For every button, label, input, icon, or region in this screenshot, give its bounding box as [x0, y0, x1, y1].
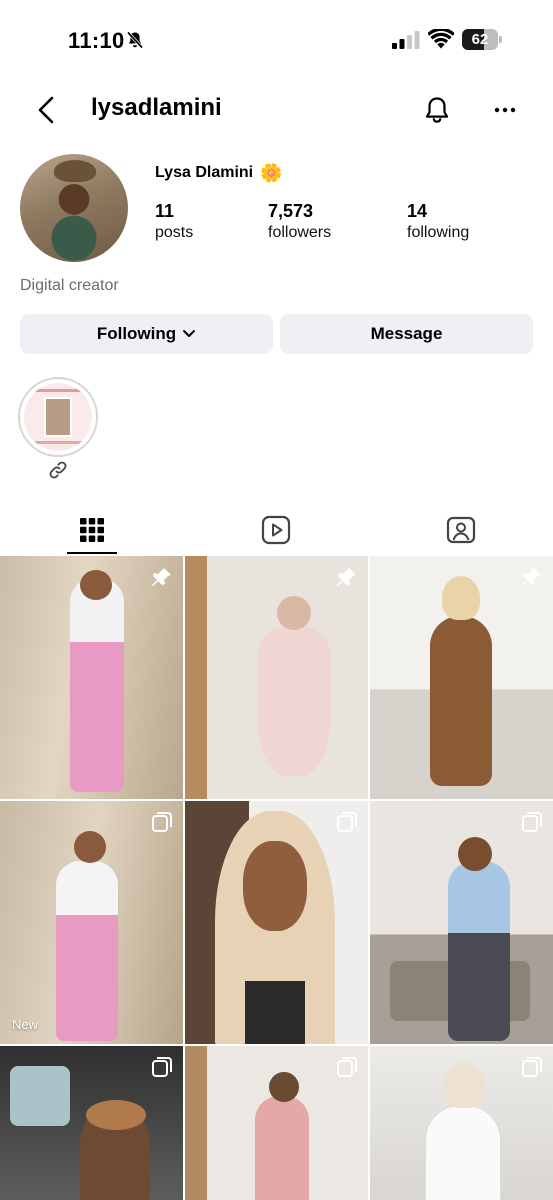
flower-emoji-icon: 🌼 [260, 163, 283, 183]
status-time: 11:10 [68, 28, 125, 53]
back-arrow-icon[interactable] [32, 94, 62, 126]
link-icon[interactable] [48, 460, 68, 480]
bell-slash-icon [126, 31, 144, 49]
more-options-icon[interactable] [490, 96, 520, 124]
grid-icon [80, 518, 104, 542]
tab-tagged[interactable] [368, 505, 553, 555]
wifi-icon [428, 29, 454, 49]
post-thumbnail[interactable] [185, 801, 368, 1044]
stat-posts-count: 11 [155, 201, 175, 221]
post-thumbnail[interactable]: New [0, 801, 183, 1044]
cellular-signal-icon [392, 31, 420, 49]
battery-indicator: 62 [462, 29, 502, 51]
carousel-icon [152, 812, 172, 832]
post-thumbnail[interactable] [0, 556, 183, 799]
tab-reels[interactable] [184, 505, 368, 555]
message-button[interactable]: Message [280, 314, 533, 354]
pin-icon [337, 568, 356, 586]
stat-followers-count: 7,573 [268, 201, 314, 221]
stat-posts-label: posts [155, 224, 194, 241]
profile-avatar[interactable] [20, 154, 128, 262]
tab-posts-grid[interactable] [0, 505, 184, 555]
carousel-icon [337, 1057, 357, 1077]
post-thumbnail[interactable] [370, 801, 553, 1044]
following-button-label: Following [96, 324, 177, 343]
post-thumbnail[interactable] [185, 556, 368, 799]
carousel-icon [522, 1057, 542, 1077]
active-tab-indicator [67, 552, 117, 554]
carousel-icon [152, 1057, 172, 1077]
tagged-icon [446, 516, 475, 544]
pin-icon [522, 568, 541, 586]
posts-grid: New [0, 556, 553, 1200]
display-name-row: Lysa Dlamini 🌼 [155, 164, 283, 182]
carousel-icon [522, 812, 542, 832]
post-thumbnail[interactable] [370, 1046, 553, 1200]
post-thumbnail[interactable] [185, 1046, 368, 1200]
status-bar: 11:10 62 [0, 0, 553, 82]
stat-followers[interactable]: 7,573 followers [268, 200, 331, 244]
stat-following[interactable]: 14 following [407, 200, 469, 244]
profile-header: lysadlamini [0, 82, 553, 138]
pin-icon [152, 568, 171, 586]
message-button-label: Message [370, 324, 443, 343]
profile-bio: Digital creator [20, 277, 119, 294]
post-thumbnail[interactable] [370, 556, 553, 799]
new-post-label: New [12, 1017, 39, 1032]
profile-tabs [0, 505, 553, 555]
display-name: Lysa Dlamini [155, 164, 254, 181]
profile-username: lysadlamini [91, 94, 222, 121]
stat-posts[interactable]: 11 posts [155, 200, 193, 244]
chevron-down-icon [183, 330, 196, 337]
battery-level: 62 [471, 31, 489, 48]
story-highlight-cover [24, 383, 92, 451]
stat-following-count: 14 [407, 201, 428, 221]
carousel-icon [337, 812, 357, 832]
reels-icon [261, 515, 291, 545]
story-highlight[interactable] [18, 377, 98, 457]
post-thumbnail[interactable] [0, 1046, 183, 1200]
stat-following-label: following [407, 224, 470, 241]
following-button[interactable]: Following [20, 314, 273, 354]
stat-followers-label: followers [268, 224, 332, 241]
notification-bell-icon[interactable] [422, 94, 452, 126]
